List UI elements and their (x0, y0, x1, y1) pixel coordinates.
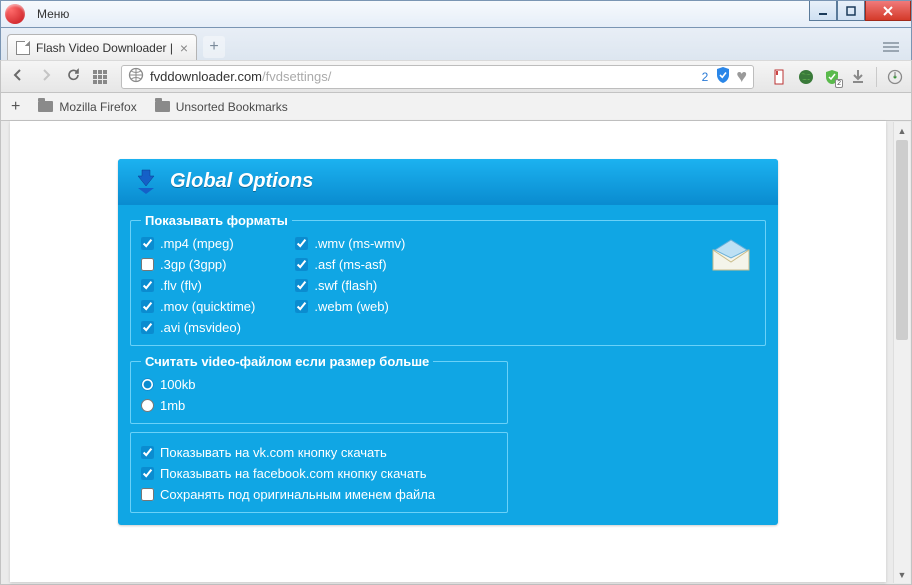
reload-button[interactable] (65, 68, 83, 85)
window-maximize-button[interactable] (837, 1, 865, 21)
tab-title: Flash Video Downloader | (36, 41, 174, 55)
format-2-label: .flv (flv) (160, 278, 202, 293)
window-close-button[interactable] (865, 1, 911, 21)
format2-0-label: .wmv (ms-wmv) (314, 236, 405, 251)
tab-close-button[interactable]: × (180, 40, 188, 56)
format-3-input[interactable] (141, 300, 154, 313)
tab-strip: Flash Video Downloader | × + (0, 28, 912, 60)
misc-0-input[interactable] (141, 446, 154, 459)
format-1-label: .3gp (3gpp) (160, 257, 227, 272)
folder-icon (38, 101, 53, 112)
format-3-label: .mov (quicktime) (160, 299, 255, 314)
format-4[interactable]: .avi (msvideo) (141, 320, 255, 335)
format-4-label: .avi (msvideo) (160, 320, 241, 335)
bookmark-folder-2[interactable]: Unsorted Bookmarks (155, 100, 288, 114)
format-0-label: .mp4 (mpeg) (160, 236, 234, 251)
format2-3[interactable]: .webm (web) (295, 299, 405, 314)
browser-viewport: Global Options Показывать форматы .mp4 (… (0, 121, 912, 585)
bookmark-folder-1[interactable]: Mozilla Firefox (38, 100, 136, 114)
misc-2[interactable]: Сохранять под оригинальным именем файла (141, 487, 497, 502)
window-titlebar: Меню (0, 0, 912, 28)
menu-label[interactable]: Меню (29, 5, 77, 23)
page-content: Global Options Показывать форматы .mp4 (… (10, 121, 886, 582)
panel-title: Global Options (170, 170, 313, 193)
formats-fieldset: Показывать форматы .mp4 (mpeg) .3gp (3gpp… (130, 213, 766, 346)
size-0[interactable]: 100kb (141, 377, 497, 392)
add-bookmark-button[interactable]: + (11, 98, 20, 116)
extension-badge: 2 (835, 79, 843, 88)
shield-icon[interactable] (716, 67, 730, 86)
opera-menu-button[interactable] (5, 4, 25, 24)
format-0-input[interactable] (141, 237, 154, 250)
format2-2-label: .swf (flash) (314, 278, 377, 293)
format-4-input[interactable] (141, 321, 154, 334)
size-1-label: 1mb (160, 398, 185, 413)
vertical-scrollbar[interactable]: ▲ ▼ (893, 122, 910, 583)
misc-2-input[interactable] (141, 488, 154, 501)
globe-icon (128, 67, 144, 86)
browser-tab[interactable]: Flash Video Downloader | × (7, 34, 197, 60)
formats-legend: Показывать форматы (141, 213, 292, 228)
format2-2[interactable]: .swf (flash) (295, 278, 405, 293)
scroll-thumb[interactable] (896, 140, 908, 340)
format2-2-input[interactable] (295, 279, 308, 292)
format-1[interactable]: .3gp (3gpp) (141, 257, 255, 272)
address-bar[interactable]: fvddownloader.com/fvdsettings/ 2 ♥ (121, 65, 754, 89)
misc-1[interactable]: Показывать на facebook.com кнопку скачат… (141, 466, 497, 481)
url-text: fvddownloader.com/fvdsettings/ (150, 69, 696, 84)
misc-0-label: Показывать на vk.com кнопку скачать (160, 445, 387, 460)
misc-0[interactable]: Показывать на vk.com кнопку скачать (141, 445, 497, 460)
format-1-input[interactable] (141, 258, 154, 271)
format2-1-label: .asf (ms-asf) (314, 257, 386, 272)
size-0-input[interactable] (141, 378, 154, 391)
misc-2-label: Сохранять под оригинальным именем файла (160, 487, 435, 502)
back-button[interactable] (9, 68, 27, 85)
misc-fieldset: Показывать на vk.com кнопку скачать Показ… (130, 432, 508, 513)
window-minimize-button[interactable] (809, 1, 837, 21)
extension-icon-shield[interactable]: 2 (824, 69, 840, 85)
format-3[interactable]: .mov (quicktime) (141, 299, 255, 314)
format2-0-input[interactable] (295, 237, 308, 250)
misc-1-input[interactable] (141, 467, 154, 480)
size-1-input[interactable] (141, 399, 154, 412)
scroll-down-arrow[interactable]: ▼ (894, 566, 910, 583)
folder-icon (155, 101, 170, 112)
page-icon (16, 41, 30, 55)
forward-button[interactable] (37, 68, 55, 85)
misc-1-label: Показывать на facebook.com кнопку скачат… (160, 466, 427, 481)
security-badge-count: 2 (702, 70, 709, 84)
bookmarks-bar: + Mozilla Firefox Unsorted Bookmarks (0, 93, 912, 121)
size-0-label: 100kb (160, 377, 195, 392)
format2-0[interactable]: .wmv (ms-wmv) (295, 236, 405, 251)
format2-1-input[interactable] (295, 258, 308, 271)
mail-icon[interactable] (709, 238, 753, 272)
extension-icon-globe[interactable] (798, 69, 814, 85)
size-1[interactable]: 1mb (141, 398, 497, 413)
format2-3-label: .webm (web) (314, 299, 388, 314)
scroll-up-arrow[interactable]: ▲ (894, 122, 910, 139)
format-0[interactable]: .mp4 (mpeg) (141, 236, 255, 251)
settings-panel: Global Options Показывать форматы .mp4 (… (118, 159, 778, 525)
format-2[interactable]: .flv (flv) (141, 278, 255, 293)
size-fieldset: Считать video-файлом если размер больше … (130, 354, 508, 424)
panel-header: Global Options (118, 159, 778, 205)
tab-menu-button[interactable] (883, 40, 899, 54)
navigation-bar: fvddownloader.com/fvdsettings/ 2 ♥ 2 (0, 60, 912, 93)
speed-dial-button[interactable] (93, 70, 111, 84)
format2-3-input[interactable] (295, 300, 308, 313)
bookmark-heart-icon[interactable]: ♥ (736, 66, 747, 87)
size-legend: Считать video-файлом если размер больше (141, 354, 433, 369)
sync-icon[interactable] (887, 69, 903, 85)
format2-1[interactable]: .asf (ms-asf) (295, 257, 405, 272)
new-tab-button[interactable]: + (203, 36, 225, 58)
format-2-input[interactable] (141, 279, 154, 292)
downloads-icon[interactable] (850, 69, 866, 85)
download-arrow-icon (132, 168, 160, 196)
extension-icon-1[interactable] (772, 69, 788, 85)
